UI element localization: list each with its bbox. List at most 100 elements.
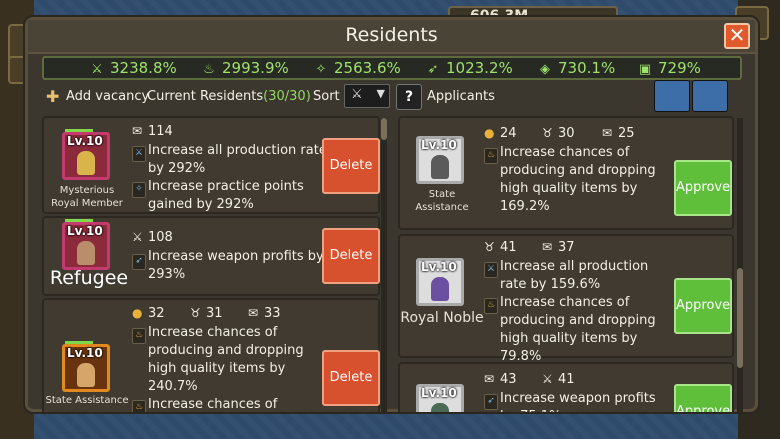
- chest-icon: ▣: [638, 62, 652, 77]
- sword-icon: ⚔: [91, 62, 103, 77]
- level-badge: Lv.10: [421, 260, 457, 274]
- level-badge: Lv.10: [421, 386, 457, 400]
- resident-role: State Assistance: [45, 395, 129, 406]
- practice-icon: ✧: [315, 62, 327, 77]
- add-vacancy-button[interactable]: Add vacancy: [66, 89, 149, 104]
- residents-list[interactable]: Lv.10 Mysterious Royal Member ✉ 114 ⚔ Inc…: [42, 116, 390, 412]
- toolbar: ✚ Add vacancy Current Residents(30/30) S…: [28, 80, 755, 112]
- scroll-icon: ✉: [484, 372, 495, 386]
- lamp-icon: ♨: [484, 298, 498, 314]
- applicants-label: Applicants: [427, 89, 495, 104]
- stat-chest: ▣ 729%: [636, 59, 701, 77]
- help-button[interactable]: ?: [396, 84, 422, 110]
- item-count: ● 32: [132, 306, 165, 321]
- sort-dropdown[interactable]: ⚔ ▼: [344, 84, 390, 108]
- shield-icon: ◈: [540, 62, 550, 77]
- lamp-icon: ♨: [484, 148, 498, 164]
- scroll-icon: ✉: [542, 240, 553, 254]
- item-count: ⚔ 108: [132, 230, 173, 245]
- applicant-avatar[interactable]: Lv.10: [416, 258, 464, 306]
- stat-defense: ◈ 730.1%: [536, 59, 615, 77]
- item-count: ♉ 41: [484, 240, 517, 255]
- stat-practice: ✧ 2563.6%: [312, 59, 401, 77]
- refugee-figure-icon: [77, 241, 95, 265]
- approve-button[interactable]: Approve: [674, 160, 732, 216]
- effect-text: Increase weapon profits by 75.1%: [500, 391, 656, 412]
- recruit-bag-icon[interactable]: [654, 80, 690, 112]
- effect-text: Increase chances of: [148, 397, 278, 412]
- scroll-icon: ✉: [602, 126, 613, 140]
- sword-icon: ⚔: [351, 87, 363, 102]
- stat-weapon: ➶ 1023.2%: [424, 59, 513, 77]
- add-vacancy-plus-icon[interactable]: ✚: [46, 87, 59, 106]
- noble-figure-icon: [431, 277, 449, 301]
- level-badge: Lv.10: [421, 138, 457, 152]
- advisor-avatar-icon[interactable]: [692, 80, 728, 112]
- applicant-role: Royal Noble: [400, 310, 484, 326]
- royal-figure-icon: [77, 151, 95, 175]
- effect-text: Increase all production rate by 292%: [148, 143, 327, 176]
- effect-text: Increase chances of producing and droppi…: [500, 295, 656, 364]
- applicants-scrollbar[interactable]: [737, 118, 743, 414]
- scroll-icon: ✉: [132, 124, 143, 138]
- resident-avatar[interactable]: Lv.10: [62, 129, 110, 180]
- gold-icon: ●: [484, 126, 495, 140]
- applicant-card: Lv.10 Royal Noble ♉ 41 ✉ 37 ⚔ Increase all…: [398, 234, 734, 364]
- close-button[interactable]: ✕: [724, 23, 750, 49]
- assistant-figure-icon: [77, 363, 95, 387]
- item-count: ✉ 25: [602, 126, 635, 141]
- panel-title: Residents: [345, 24, 438, 46]
- lamp-icon: ♨: [203, 62, 215, 77]
- effect-text: Increase chances of producing and droppi…: [148, 325, 304, 394]
- effect-text: Increase chances of producing and droppi…: [500, 145, 656, 214]
- sword-icon: ⚔: [132, 146, 146, 162]
- stats-bar: ⚔ 3238.8% ♨ 2993.9% ✧ 2563.6% ➶ 1023.2% ◈ 730…: [42, 56, 742, 80]
- delete-button[interactable]: Delete: [322, 228, 380, 284]
- effect-text: Increase all production rate by 159.6%: [500, 259, 649, 292]
- resident-avatar[interactable]: Lv.10: [62, 219, 110, 270]
- effect-text: Increase weapon profits by 293%: [148, 249, 324, 282]
- horn-icon: ♉: [542, 126, 553, 140]
- weapon-icon: ➶: [427, 62, 439, 77]
- resident-avatar[interactable]: Lv.10: [62, 341, 110, 392]
- approve-button[interactable]: Approve: [674, 384, 732, 412]
- applicant-role: State Assistance: [415, 189, 469, 213]
- item-count: ♉ 30: [542, 126, 575, 141]
- sword-icon: ⚔: [484, 262, 498, 278]
- residents-panel: Residents ✕ ⚔ 3238.8% ♨ 2993.9% ✧ 2563.6% ➶…: [25, 17, 758, 414]
- item-count: ✉ 37: [542, 240, 575, 255]
- health-bar: [65, 219, 93, 222]
- title-bar: Residents ✕: [28, 20, 755, 54]
- applicant-avatar[interactable]: Lv.10: [416, 136, 464, 184]
- item-count: ✉ 43: [484, 372, 517, 387]
- practice-icon: ✧: [132, 182, 146, 198]
- item-count: ● 24: [484, 126, 517, 141]
- delete-button[interactable]: Delete: [322, 138, 380, 194]
- stat-quality: ♨ 2993.9%: [200, 59, 289, 77]
- approve-button[interactable]: Approve: [674, 278, 732, 334]
- stat-production: ⚔ 3238.8%: [88, 59, 177, 77]
- applicant-card: Lv.10 ✉ 43 ⚔ 41 ➶ Increase weapon profits …: [398, 362, 734, 412]
- sword-icon: ⚔: [542, 372, 553, 386]
- applicants-list[interactable]: Lv.10 State Assistance ● 24 ♉ 30 ✉ 25 ♨ Inc…: [398, 116, 742, 412]
- warrior-figure-icon: [431, 403, 449, 412]
- resident-card: Lv.10 Refugee ⚔ 108 ➶ Increase weapon pro…: [42, 216, 380, 296]
- resident-role: Refugee: [49, 267, 129, 289]
- horn-icon: ♉: [484, 240, 495, 254]
- scrollbar-thumb[interactable]: [737, 268, 743, 368]
- lamp-icon: ♨: [132, 400, 146, 412]
- applicant-card: Lv.10 State Assistance ● 24 ♉ 30 ✉ 25 ♨ Inc…: [398, 116, 734, 230]
- weapon-icon: ➶: [484, 394, 498, 410]
- level-badge: Lv.10: [67, 134, 103, 148]
- current-residents-label: Current Residents(30/30): [147, 89, 311, 104]
- level-badge: Lv.10: [67, 346, 103, 360]
- resident-role: Mysterious Royal Member: [51, 185, 123, 209]
- residents-scrollbar[interactable]: [381, 118, 387, 414]
- chevron-down-icon: ▼: [376, 87, 385, 100]
- delete-button[interactable]: Delete: [322, 350, 380, 406]
- applicant-avatar[interactable]: Lv.10: [416, 384, 464, 412]
- scrollbar-thumb[interactable]: [381, 118, 387, 140]
- health-bar: [65, 341, 93, 344]
- scroll-icon: ✉: [248, 306, 259, 320]
- assistant-figure-icon: [431, 155, 449, 179]
